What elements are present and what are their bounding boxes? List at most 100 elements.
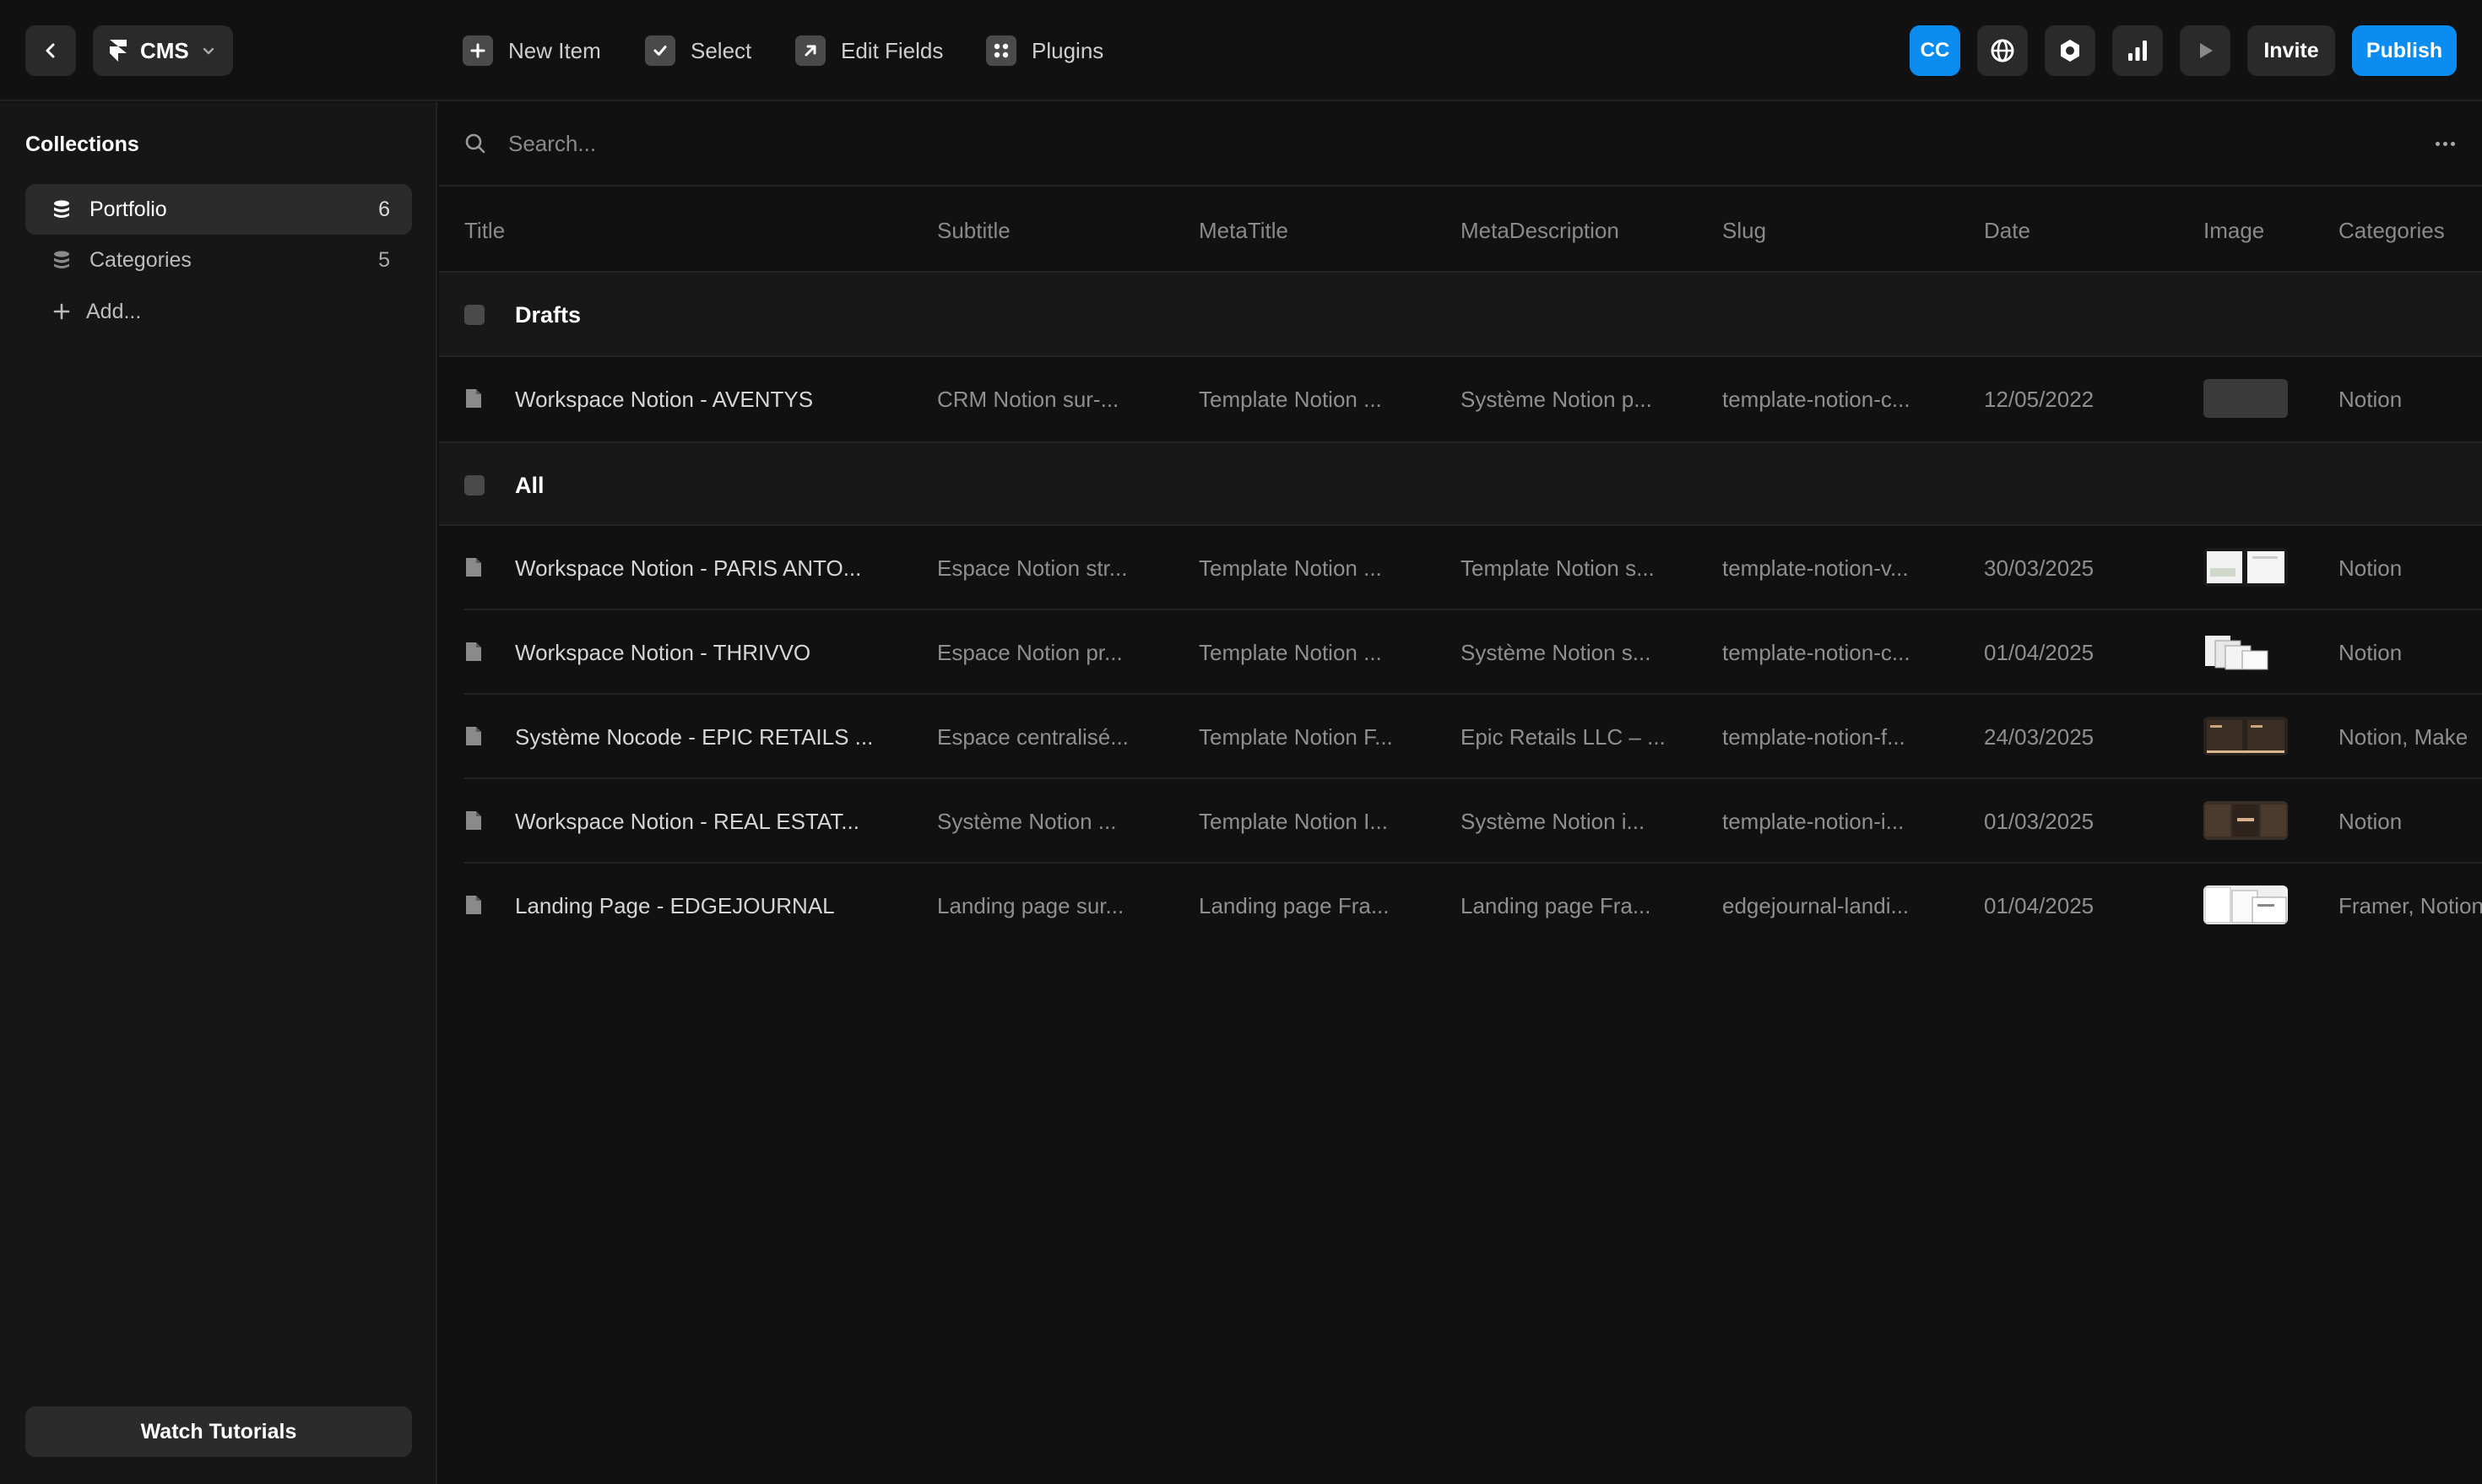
cell-date: 12/05/2022 (1984, 386, 2095, 412)
cell-subtitle: Espace centralisé... (937, 723, 1129, 750)
cell-metatitle: Template Notion ... (1199, 639, 1382, 665)
sidebar-item-label: Categories (89, 247, 192, 272)
document-icon (466, 727, 481, 745)
cell-title: Workspace Notion - PARIS ANTO... (515, 555, 862, 581)
globe-icon (1991, 39, 2014, 62)
cell-slug: template-notion-c... (1722, 386, 1910, 412)
avatar-initials: CC (1920, 39, 1950, 62)
settings-button[interactable] (2045, 25, 2095, 76)
select-button[interactable]: Select (645, 25, 751, 76)
search-bar (439, 102, 2482, 187)
table-row[interactable]: Workspace Notion - REAL ESTAT... Système… (439, 779, 2482, 864)
new-item-button[interactable]: New Item (463, 25, 601, 76)
image-thumbnail (2203, 801, 2288, 840)
document-icon (466, 642, 481, 661)
cell-date: 01/04/2025 (1984, 892, 2095, 918)
publish-button[interactable]: Publish (2352, 25, 2457, 76)
new-item-label: New Item (508, 37, 601, 63)
cell-metatitle: Template Notion ... (1199, 386, 1382, 412)
group-header-drafts[interactable]: Drafts (439, 273, 2482, 357)
analytics-button[interactable] (2112, 25, 2163, 76)
sidebar-item-categories[interactable]: Categories 5 (25, 235, 412, 285)
document-icon (466, 558, 481, 577)
cell-subtitle: Espace Notion str... (937, 555, 1128, 581)
edit-fields-label: Edit Fields (841, 37, 944, 63)
column-header-metadescription[interactable]: MetaDescription (1460, 188, 1619, 273)
cell-subtitle: Landing page sur... (937, 892, 1124, 918)
select-label: Select (691, 37, 752, 63)
group-checkbox[interactable] (464, 475, 485, 496)
preview-button[interactable] (2180, 25, 2230, 76)
image-thumbnail (2203, 886, 2288, 924)
cell-categories: Notion (2338, 808, 2403, 834)
chevron-down-icon (203, 47, 214, 55)
group-header-all[interactable]: All (439, 441, 2482, 526)
cell-metatitle: Template Notion I... (1199, 808, 1388, 834)
cell-date: 01/04/2025 (1984, 639, 2095, 665)
column-header-image[interactable]: Image (2203, 188, 2264, 273)
cms-main-panel: Title Subtitle MetaTitle MetaDescription… (439, 102, 2482, 1484)
database-icon (54, 251, 69, 268)
sidebar-item-label: Portfolio (89, 197, 167, 221)
edit-fields-button[interactable]: Edit Fields (795, 25, 943, 76)
collections-sidebar: Collections Portfolio 6 Categories 5 Add… (0, 102, 437, 1484)
checkbox-check-icon (645, 35, 675, 66)
more-dot (2435, 141, 2440, 146)
cell-subtitle: Système Notion ... (937, 808, 1117, 834)
document-icon (466, 389, 481, 408)
column-header-metatitle[interactable]: MetaTitle (1199, 188, 1288, 273)
item-count: 6 (378, 197, 390, 221)
column-header-title[interactable]: Title (464, 188, 505, 273)
search-icon (465, 133, 485, 154)
cell-metadescription: Epic Retails LLC – ... (1460, 723, 1666, 750)
cell-categories: Notion, Make (2338, 723, 2468, 750)
image-thumbnail (2203, 717, 2288, 756)
more-dot (2442, 141, 2447, 146)
cell-title: Système Nocode - EPIC RETAILS ... (515, 723, 874, 750)
group-label: Drafts (515, 301, 582, 328)
column-header-categories[interactable]: Categories (2338, 188, 2445, 273)
cell-date: 24/03/2025 (1984, 723, 2095, 750)
sidebar-item-portfolio[interactable]: Portfolio 6 (25, 184, 412, 235)
top-toolbar: CMS New Item Select Edit Fields Plugins … (0, 0, 2482, 101)
cell-metatitle: Landing page Fra... (1199, 892, 1390, 918)
plus-icon (53, 303, 70, 320)
add-collection-button[interactable]: Add... (25, 286, 412, 337)
column-header-slug[interactable]: Slug (1722, 188, 1766, 273)
cell-slug: template-notion-i... (1722, 808, 1905, 834)
table-row[interactable]: Système Nocode - EPIC RETAILS ... Espace… (439, 695, 2482, 779)
cell-title: Workspace Notion - THRIVVO (515, 639, 811, 665)
cell-slug: template-notion-c... (1722, 639, 1910, 665)
invite-button[interactable]: Invite (2247, 25, 2335, 76)
play-icon (2200, 43, 2213, 58)
cms-project-switcher[interactable]: CMS (93, 25, 233, 76)
site-settings-button[interactable] (1977, 25, 2028, 76)
plugins-button[interactable]: Plugins (986, 25, 1103, 76)
cell-subtitle: Espace Notion pr... (937, 639, 1123, 665)
invite-label: Invite (2263, 38, 2319, 62)
user-avatar-button[interactable]: CC (1910, 25, 1960, 76)
table-row[interactable]: Landing Page - EDGEJOURNAL Landing page … (439, 864, 2482, 948)
hexagon-settings-icon (2061, 40, 2079, 62)
cms-label: CMS (140, 37, 189, 63)
watch-tutorials-label: Watch Tutorials (140, 1419, 297, 1443)
search-input[interactable] (508, 130, 1521, 157)
plus-icon (463, 35, 493, 66)
publish-label: Publish (2365, 38, 2443, 62)
table-row[interactable]: Workspace Notion - THRIVVO Espace Notion… (439, 610, 2482, 695)
table-row[interactable]: Workspace Notion - PARIS ANTO... Espace … (439, 526, 2482, 610)
add-collection-label: Add... (86, 299, 142, 323)
back-button[interactable] (25, 25, 76, 76)
group-checkbox[interactable] (464, 305, 485, 325)
cell-categories: Notion (2338, 555, 2403, 581)
watch-tutorials-button[interactable]: Watch Tutorials (25, 1406, 412, 1457)
image-placeholder (2203, 379, 2288, 418)
column-header-date[interactable]: Date (1984, 188, 2030, 273)
cell-slug: template-notion-v... (1722, 555, 1909, 581)
cell-metadescription: Système Notion i... (1460, 808, 1645, 834)
cell-categories: Framer, Notion (2338, 892, 2482, 918)
table-row[interactable]: Workspace Notion - AVENTYS CRM Notion su… (439, 357, 2482, 441)
more-options-button[interactable] (2430, 131, 2460, 156)
more-dot (2450, 141, 2455, 146)
column-header-subtitle[interactable]: Subtitle (937, 188, 1011, 273)
